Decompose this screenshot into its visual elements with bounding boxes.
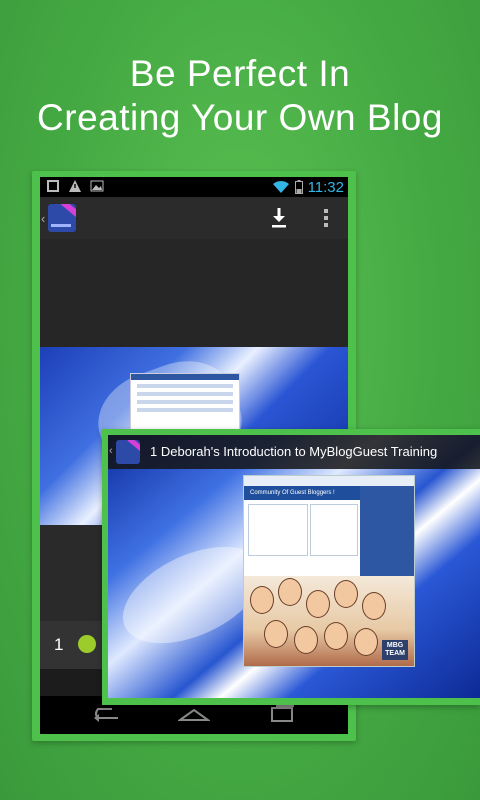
app-logo-icon[interactable] <box>48 204 76 232</box>
image-icon <box>90 179 104 193</box>
progress-dot-icon <box>78 635 96 653</box>
headline-line-1: Be Perfect In <box>129 53 351 94</box>
recents-nav-icon[interactable] <box>266 704 298 724</box>
overflow-menu-icon[interactable] <box>324 209 328 227</box>
landscape-screenshot-frame: Community Of Guest Bloggers ! MBG TEAM ‹… <box>102 429 480 705</box>
fullscreen-video[interactable]: Community Of Guest Bloggers ! MBG TEAM <box>108 435 480 698</box>
signup-form <box>360 486 414 576</box>
app-logo-icon[interactable] <box>116 440 140 464</box>
warning-icon <box>68 179 82 193</box>
headline-line-2: Creating Your Own Blog <box>37 97 443 138</box>
list-item-number: 1 <box>54 635 64 654</box>
video-title: 1 Deborah's Introduction to MyBlogGuest … <box>150 444 438 459</box>
status-time: 11:32 <box>307 178 344 196</box>
notification-icon <box>46 179 60 193</box>
header-area <box>40 239 348 347</box>
video-title-bar: ‹ 1 Deborah's Introduction to MyBlogGues… <box>108 435 480 469</box>
back-chevron-icon[interactable]: ‹ <box>109 445 113 457</box>
action-bar: ‹ <box>40 197 348 239</box>
battery-icon <box>294 180 303 194</box>
team-caricature-image: MBG TEAM <box>244 576 414 666</box>
mbg-team-badge: MBG TEAM <box>382 640 408 660</box>
landscape-screen: Community Of Guest Bloggers ! MBG TEAM ‹… <box>108 435 480 698</box>
download-icon[interactable] <box>270 207 288 229</box>
video-frame-website: Community Of Guest Bloggers ! MBG TEAM <box>243 475 415 667</box>
home-nav-icon[interactable] <box>178 704 210 724</box>
back-nav-icon[interactable] <box>90 704 122 724</box>
wifi-icon <box>272 180 289 193</box>
back-chevron-icon[interactable]: ‹ <box>41 211 45 226</box>
promo-headline: Be Perfect In Creating Your Own Blog <box>0 52 480 140</box>
status-bar: 11:32 <box>40 177 348 197</box>
